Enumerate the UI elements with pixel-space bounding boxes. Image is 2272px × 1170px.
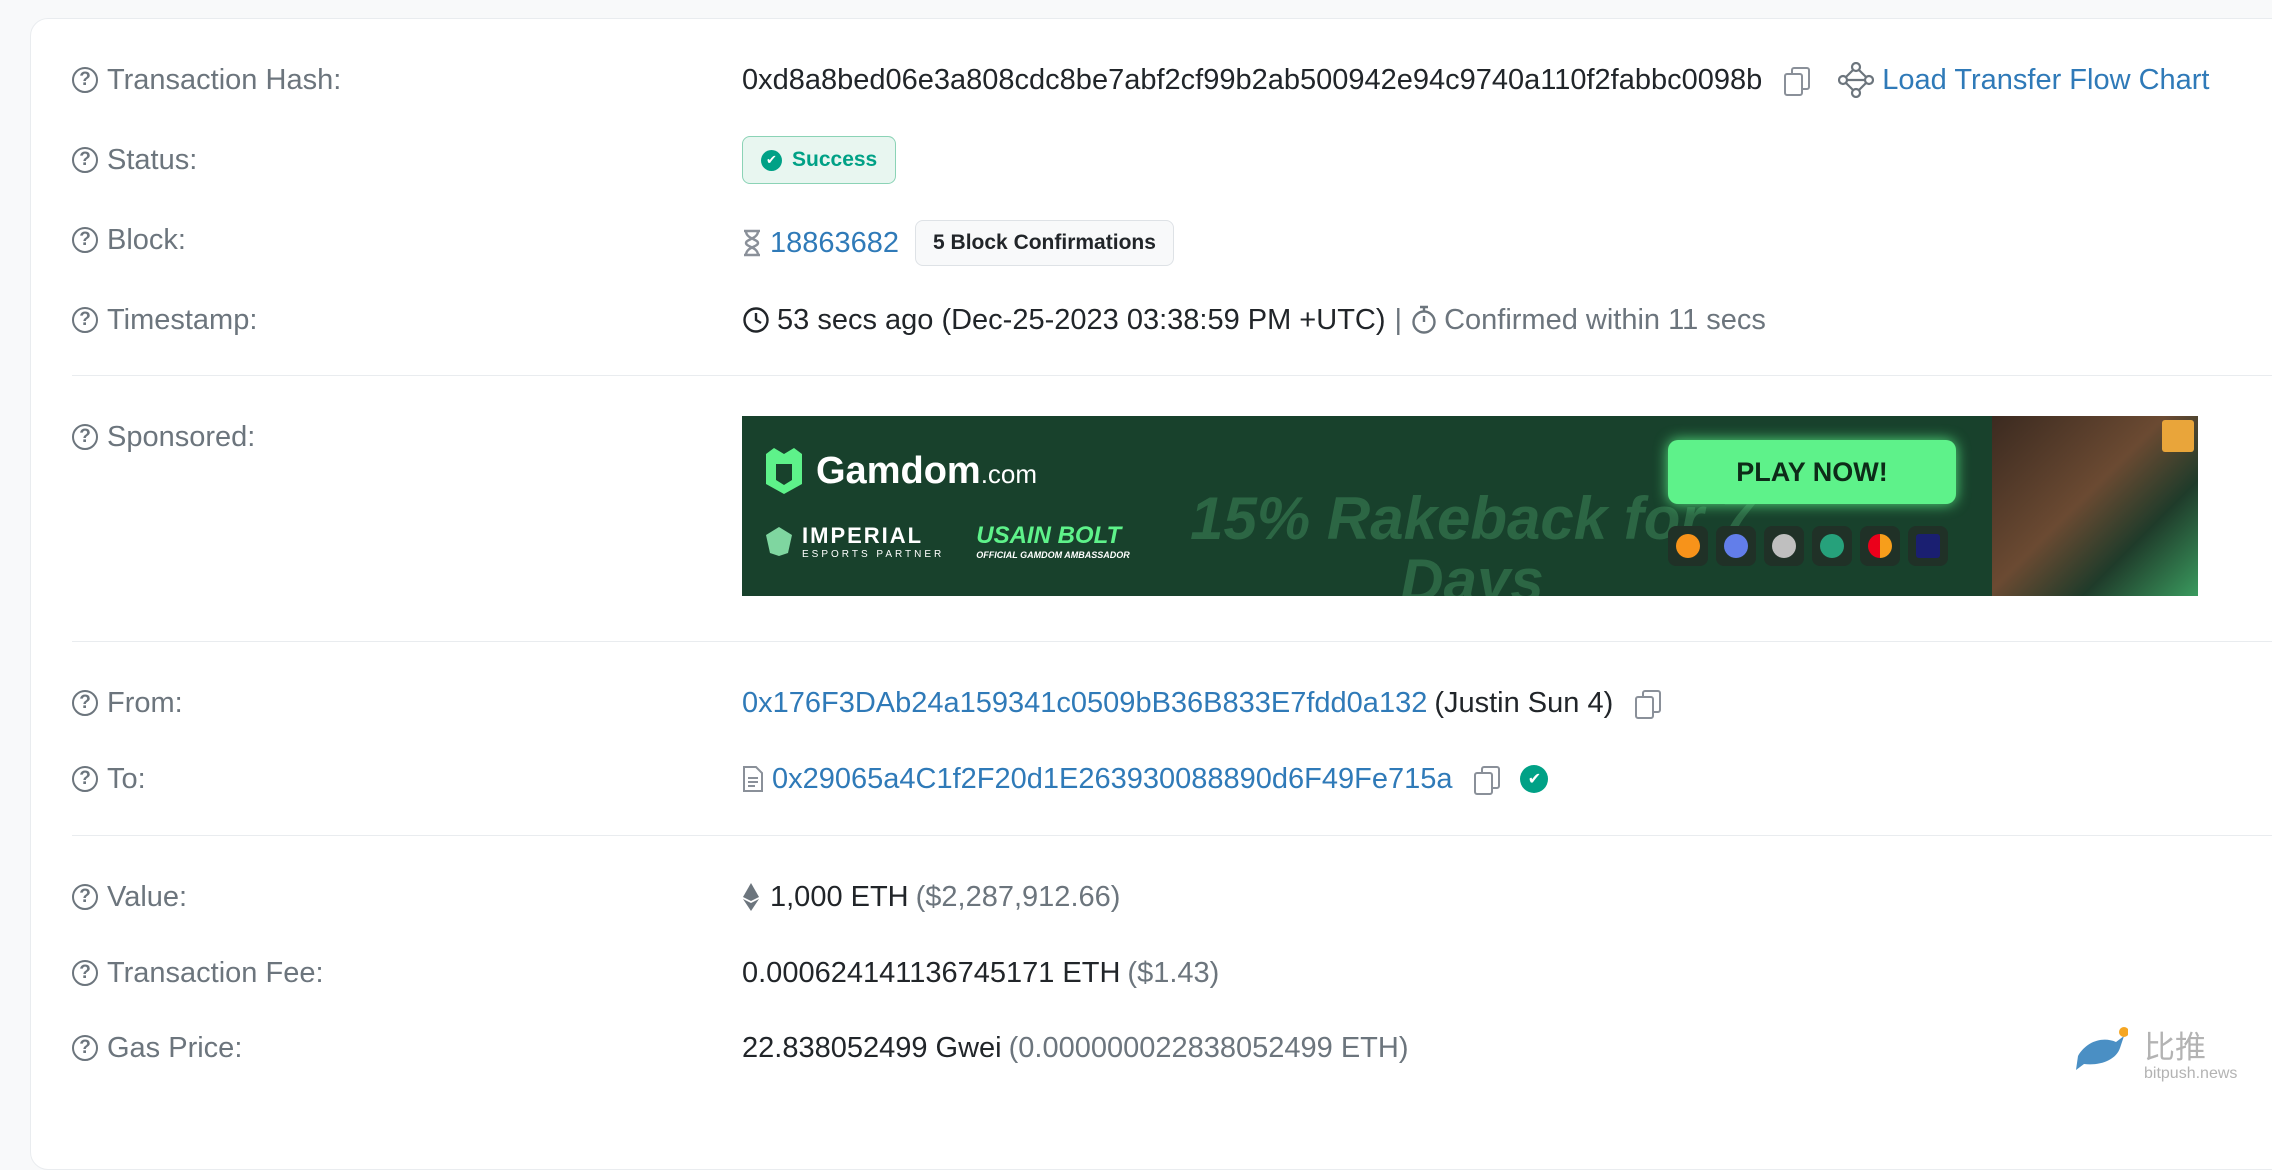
tether-icon [1812,526,1852,566]
gas-price-amount: 22.838052499 Gwei [742,1031,1002,1064]
ad-partner-imperial-sub: ESPORTS PARTNER [802,548,945,560]
bird-logo-icon [2076,1027,2128,1070]
check-circle-icon: ✔ [761,149,782,171]
visa-icon [1908,526,1948,566]
ethereum-icon [743,883,759,911]
tx-hash-label: Transaction Hash: [107,63,342,96]
to-row: ? To: 0x29065a4C1f2F20d1E263930088890d6F4… [72,749,2272,809]
tx-hash-row: ? Transaction Hash: 0xd8a8bed06e3a808cdc8… [72,50,2272,110]
block-number-link[interactable]: 18863682 [770,227,899,260]
status-badge: ✔ Success [742,136,897,184]
help-icon[interactable]: ? [72,424,98,450]
block-confirmations-badge: 5 Block Confirmations [915,220,1174,266]
copy-icon[interactable] [1474,766,1501,795]
divider [72,375,2272,376]
imperial-logo-icon [766,527,792,556]
sponsored-label: Sponsored: [107,420,256,453]
to-address-link[interactable]: 0x29065a4C1f2F20d1E263930088890d6F49Fe71… [772,763,1452,796]
from-label: From: [107,686,183,719]
verified-contract-icon: ✔ [1520,765,1549,793]
hourglass-icon [744,229,760,257]
value-amount: 1,000 ETH [770,880,909,913]
status-value: Success [792,148,878,171]
from-name-tag: (Justin Sun 4) [1434,686,1614,719]
bitcoin-icon [1668,526,1708,566]
copy-icon[interactable] [1635,690,1662,719]
from-address-link[interactable]: 0x176F3DAb24a159341c0509bB36B833E7fdd0a1… [742,687,1427,720]
fee-amount: 0.000624141136745171 ETH [742,956,1121,989]
load-transfer-flow-chart-link[interactable]: Load Transfer Flow Chart [1882,64,2209,97]
play-now-button[interactable]: PLAY NOW! [1668,440,1956,504]
status-row: ? Status: ✔ Success [72,130,2272,190]
timestamp-row: ? Timestamp: 53 secs ago (Dec-25-2023 03:… [72,290,2272,350]
value-label: Value: [107,880,188,913]
timestamp-separator: | [1394,303,1403,336]
stopwatch-icon [1412,305,1436,334]
value-usd: ($2,287,912.66) [915,880,1121,913]
litecoin-icon [1764,526,1804,566]
fee-usd: ($1.43) [1127,956,1220,989]
watermark-cn: 比推 [2144,1030,2206,1065]
gas-price-row: ? Gas Price: 22.838052499 Gwei (0.0000000… [72,1018,2272,1078]
tx-hash-value: 0xd8a8bed06e3a808cdc8be7abf2cf99b2ab5009… [742,63,1763,96]
status-label: Status: [107,143,198,176]
ad-partner-bolt: USAIN BOLT [976,522,1122,549]
timestamp-label: Timestamp: [107,303,258,336]
help-icon[interactable]: ? [72,766,98,792]
help-icon[interactable]: ? [72,884,98,910]
timestamp-value: 53 secs ago (Dec-25-2023 03:38:59 PM +UT… [777,303,1386,336]
sponsored-ad-banner[interactable]: Gamdom.com IMPERIAL ESPORTS PARTNER USAI… [742,416,2198,596]
help-icon[interactable]: ? [72,690,98,716]
gamdom-logo: Gamdom.com [764,446,1037,496]
ad-partner-imperial: IMPERIAL [802,522,924,548]
copy-icon[interactable] [1784,67,1811,96]
from-row: ? From: 0x176F3DAb24a159341c0509bB36B833E… [72,673,2272,733]
fee-label: Transaction Fee: [107,956,324,989]
help-icon[interactable]: ? [72,1035,98,1061]
watermark: 比推 bitpush.news [2144,1022,2237,1083]
help-icon[interactable]: ? [72,227,98,253]
gas-price-eth: (0.000000022838052499 ETH) [1008,1031,1409,1064]
help-icon[interactable]: ? [72,307,98,333]
gamdom-castle-icon [766,448,802,494]
gas-price-label: Gas Price: [107,1031,243,1064]
divider [72,835,2272,836]
help-icon[interactable]: ? [72,67,98,93]
ethereum-icon [1716,526,1756,566]
block-label: Block: [107,223,186,256]
to-label: To: [107,762,146,795]
divider [72,641,2272,642]
confirmed-within: Confirmed within 11 secs [1444,303,1766,336]
watermark-site: bitpush.news [2144,1065,2238,1082]
help-icon[interactable]: ? [72,960,98,986]
ad-brand-suffix: .com [980,458,1038,489]
block-row: ? Block: 18863682 5 Block Confirmations [72,210,2272,270]
ad-brand: Gamdom [816,449,981,492]
clock-icon [743,307,769,333]
ad-corner-icon [2162,420,2194,452]
payment-icons [1668,526,1948,566]
value-row: ? Value: 1,000 ETH ($2,287,912.66) [72,867,2272,927]
help-icon[interactable]: ? [72,147,98,173]
flow-chart-icon[interactable] [1838,62,1875,98]
contract-file-icon [743,766,763,792]
ad-partner-bolt-sub: OFFICIAL GAMDOM AMBASSADOR [976,550,1130,560]
fee-row: ? Transaction Fee: 0.000624141136745171 E… [72,943,2272,1003]
mastercard-icon [1860,526,1900,566]
